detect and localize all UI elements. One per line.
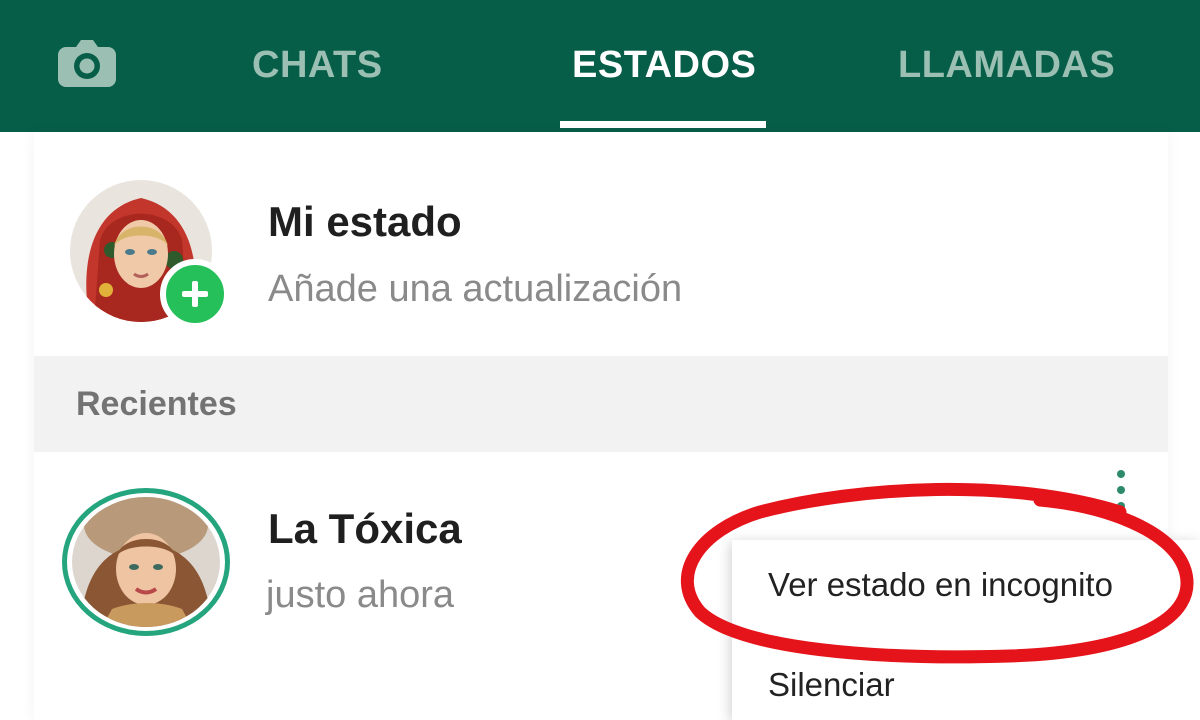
add-status-button[interactable] bbox=[160, 259, 230, 329]
my-status-subtitle: Añade una actualización bbox=[268, 268, 683, 310]
tab-chats[interactable]: CHATS bbox=[252, 44, 383, 87]
contact-name: La Tóxica bbox=[268, 505, 462, 552]
more-vert-icon[interactable] bbox=[1108, 470, 1134, 512]
status-time: justo ahora bbox=[266, 574, 455, 616]
menu-item-view-incognito[interactable]: Ver estado en incognito bbox=[768, 566, 1113, 604]
tab-estados[interactable]: ESTADOS bbox=[572, 44, 756, 87]
active-tab-indicator bbox=[560, 121, 766, 128]
my-status-title: Mi estado bbox=[268, 198, 462, 245]
tab-llamadas[interactable]: LLAMADAS bbox=[898, 44, 1115, 87]
menu-item-mute[interactable]: Silenciar bbox=[768, 666, 895, 704]
contact-avatar bbox=[72, 497, 220, 627]
recent-section-label: Recientes bbox=[76, 385, 237, 423]
app-header: CHATS ESTADOS LLAMADAS bbox=[0, 0, 1200, 132]
camera-icon[interactable] bbox=[56, 37, 118, 89]
